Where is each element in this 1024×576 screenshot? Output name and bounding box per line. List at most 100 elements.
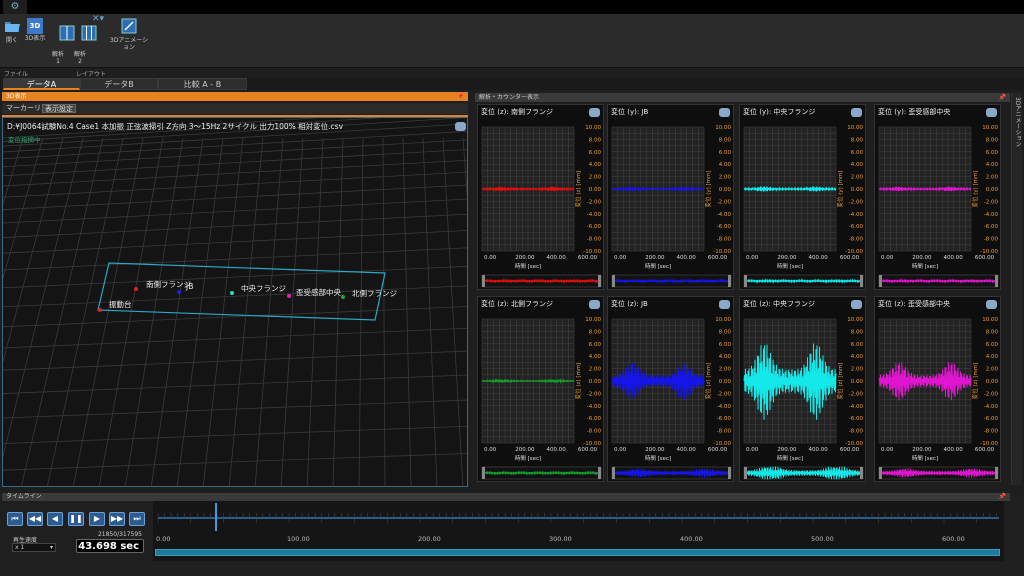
open-button[interactable]: 開く — [2, 18, 22, 44]
x-tick-label: 200.00 — [515, 447, 535, 453]
x-tick-label: 0.00 — [614, 447, 627, 453]
chart-panel-0[interactable]: 変位 (z): 南側フランジ 10.00 8.00 6.00 4.00 2.00 0.00-… — [477, 104, 604, 290]
display-settings-button[interactable]: 表示設定 — [42, 104, 76, 113]
step-back-button[interactable]: ◀◀ — [27, 512, 43, 526]
y-tick-label: 10.00 — [847, 317, 863, 323]
analysis-1-button[interactable]: 解析 1 — [48, 18, 75, 79]
chart-panel-2[interactable]: 変位 (y): 中央フランジ 10.00 8.00 6.00 4.00 2.00 0.00-… — [739, 104, 866, 290]
overview-handle-left — [879, 275, 882, 287]
chart-svg: 10.00 8.00 6.00 4.00 2.00 0.00 -2.00 -4.00 -6.00… — [743, 125, 863, 288]
chart-svg: 10.00 8.00 6.00 4.00 2.00 0.00 -2.00 -4.00 -6.00… — [481, 125, 602, 288]
marker-point-2[interactable] — [230, 291, 234, 295]
x-tick-label: 200.00 — [912, 447, 932, 453]
x-tick-label: 600.00 — [975, 255, 995, 261]
y-tick-label: 8.00 — [589, 137, 602, 143]
y-tick-label: -2.00 — [849, 391, 864, 397]
chart-panel-1[interactable]: 変位 (y): JB 10.00 8.00 6.00 4.00 2.00 0.00 -2.00… — [607, 104, 734, 290]
step-forward-button[interactable]: ▶▶ — [109, 512, 125, 526]
x-tick-label: 600.00 — [840, 447, 860, 453]
tab-data-b[interactable]: データB — [80, 78, 158, 90]
y-tick-label: 10.00 — [982, 317, 998, 323]
y-tick-label: 6.00 — [986, 150, 999, 156]
timeline-pin-icon[interactable]: 📌 — [999, 493, 1006, 501]
step-back-icon: ◀◀ — [28, 514, 42, 523]
status-text: 変位指摘中 — [8, 136, 41, 144]
marker-point-1[interactable] — [177, 290, 181, 294]
speed-select[interactable]: x 1 ▾ — [12, 543, 56, 552]
marker-point-3[interactable] — [287, 294, 291, 298]
y-tick-label: -2.00 — [717, 199, 732, 205]
y-tick-label: -2.00 — [984, 391, 999, 397]
chart-svg: 10.00 8.00 6.00 4.00 2.00 0.00 -2.00 -4.00 -6.00… — [481, 317, 602, 480]
close-dropdown-icon[interactable]: ✕▾ — [90, 15, 106, 24]
y-tick-label: 0.00 — [986, 379, 999, 385]
chart-menu-icon[interactable] — [719, 108, 730, 117]
marker-point-4[interactable] — [341, 295, 345, 299]
y-tick-label: -8.00 — [717, 429, 732, 435]
overview-handle-right — [598, 275, 601, 287]
y-tick-label: -6.00 — [717, 224, 732, 230]
play-button[interactable]: ▶ — [89, 512, 105, 526]
timeline-header: タイムライン 📌 — [2, 493, 1010, 501]
chart-panel-5[interactable]: 変位 (z): JB 10.00 8.00 6.00 4.00 2.00 0.00 -2.00… — [607, 296, 734, 482]
right-side-strip[interactable]: 3Dアニメーション — [1011, 93, 1022, 485]
chart-svg: 10.00 8.00 6.00 4.00 2.00 0.00 -2.00 -4.00 -6.00… — [611, 317, 732, 480]
chart-menu-icon[interactable] — [851, 300, 862, 309]
open-label: 開く — [5, 37, 18, 44]
skip-end-button[interactable]: ⏭ — [129, 512, 145, 526]
chart-panel-7[interactable]: 変位 (z): 歪受感部中央 10.00 8.00 6.00 4.00 2.00 0.00-… — [874, 296, 1001, 482]
y-tick-label: 4.00 — [589, 354, 602, 360]
y-tick-label: -4.00 — [717, 212, 732, 218]
app-window: ⚙ 開く 3D 3D表示 解析 1 解析 2 ✕▾ 3Dアニメーション ファイル… — [0, 0, 1024, 576]
x-axis-label: 時間 [sec] — [515, 262, 541, 270]
chart-panel-6[interactable]: 変位 (z): 中央フランジ 10.00 8.00 6.00 4.00 2.00 0.00-… — [739, 296, 866, 482]
skip-start-button[interactable]: ⏮ — [7, 512, 23, 526]
y-tick-label: 2.00 — [851, 367, 864, 373]
pin-icon[interactable]: 📌 — [457, 92, 464, 101]
y-tick-label: -4.00 — [587, 212, 602, 218]
play-reverse-button[interactable]: ◀ — [47, 512, 63, 526]
marker-label-5: 振動台 — [109, 300, 132, 309]
overview-handle-right — [728, 275, 731, 287]
x-tick-label: 200.00 — [645, 447, 665, 453]
analysis-header: 解析・カウンター表示 📌 — [475, 93, 1010, 102]
analysis-pin-icon[interactable]: 📌 — [999, 93, 1006, 102]
3d-view-label: 3D表示 — [24, 35, 46, 42]
y-tick-label: -8.00 — [587, 237, 602, 243]
chart-menu-icon[interactable] — [851, 108, 862, 117]
marker-point-5[interactable] — [98, 308, 102, 312]
chart-panel-3[interactable]: 変位 (y): 歪受感部中央 10.00 8.00 6.00 4.00 2.00 0.00-… — [874, 104, 1001, 290]
chart-panel-4[interactable]: 変位 (z): 北側フランジ 10.00 8.00 6.00 4.00 2.00 0.00-… — [477, 296, 604, 482]
gear-icon[interactable]: ⚙ — [3, 0, 27, 14]
timeline-track[interactable]: 0.00 100.00 200.00 300.00 400.00 500.00 600.00 — [153, 501, 1004, 561]
x-tick-label: 400.00 — [677, 255, 697, 261]
3d-view-button[interactable]: 3D 3D表示 — [24, 18, 46, 42]
y-axis-label: 変位 (y) [mm] — [971, 170, 979, 207]
tab-compare-ab[interactable]: 比較 A - B — [158, 78, 247, 90]
marker-label-0: 南側フランジ — [146, 280, 191, 289]
y-tick-label: 4.00 — [986, 162, 999, 168]
chart-menu-icon[interactable] — [986, 300, 997, 309]
y-tick-label: 8.00 — [719, 329, 732, 335]
chart-menu-icon[interactable] — [719, 300, 730, 309]
3d-viewport[interactable]: D:¥J0064試験No.4 Case1 本加振 正弦波掃引 Z方向 3～15H… — [2, 117, 468, 487]
overview-handle-left — [612, 275, 615, 287]
tab-data-a[interactable]: データA — [3, 78, 80, 90]
chart-menu-icon[interactable] — [986, 108, 997, 117]
chart-menu-icon[interactable] — [589, 108, 600, 117]
y-tick-label: -2.00 — [984, 199, 999, 205]
y-axis-label: 変位 (y) [mm] — [704, 170, 712, 207]
pause-icon: ❚❚ — [69, 514, 83, 523]
y-tick-label: 8.00 — [986, 329, 999, 335]
x-axis-label: 時間 [sec] — [912, 454, 938, 462]
pause-button[interactable]: ❚❚ — [68, 512, 84, 526]
x-axis-label: 時間 [sec] — [912, 262, 938, 270]
y-tick-label: 6.00 — [851, 342, 864, 348]
chart-menu-icon[interactable] — [589, 300, 600, 309]
viewport-menu-icon[interactable] — [455, 122, 466, 131]
y-tick-label: -8.00 — [587, 429, 602, 435]
timeline-scrollbar[interactable] — [155, 549, 1000, 556]
marker-point-0[interactable] — [134, 287, 138, 291]
overview-handle-right — [995, 275, 998, 287]
3d-animation-button[interactable]: 3Dアニメーション — [108, 18, 150, 51]
